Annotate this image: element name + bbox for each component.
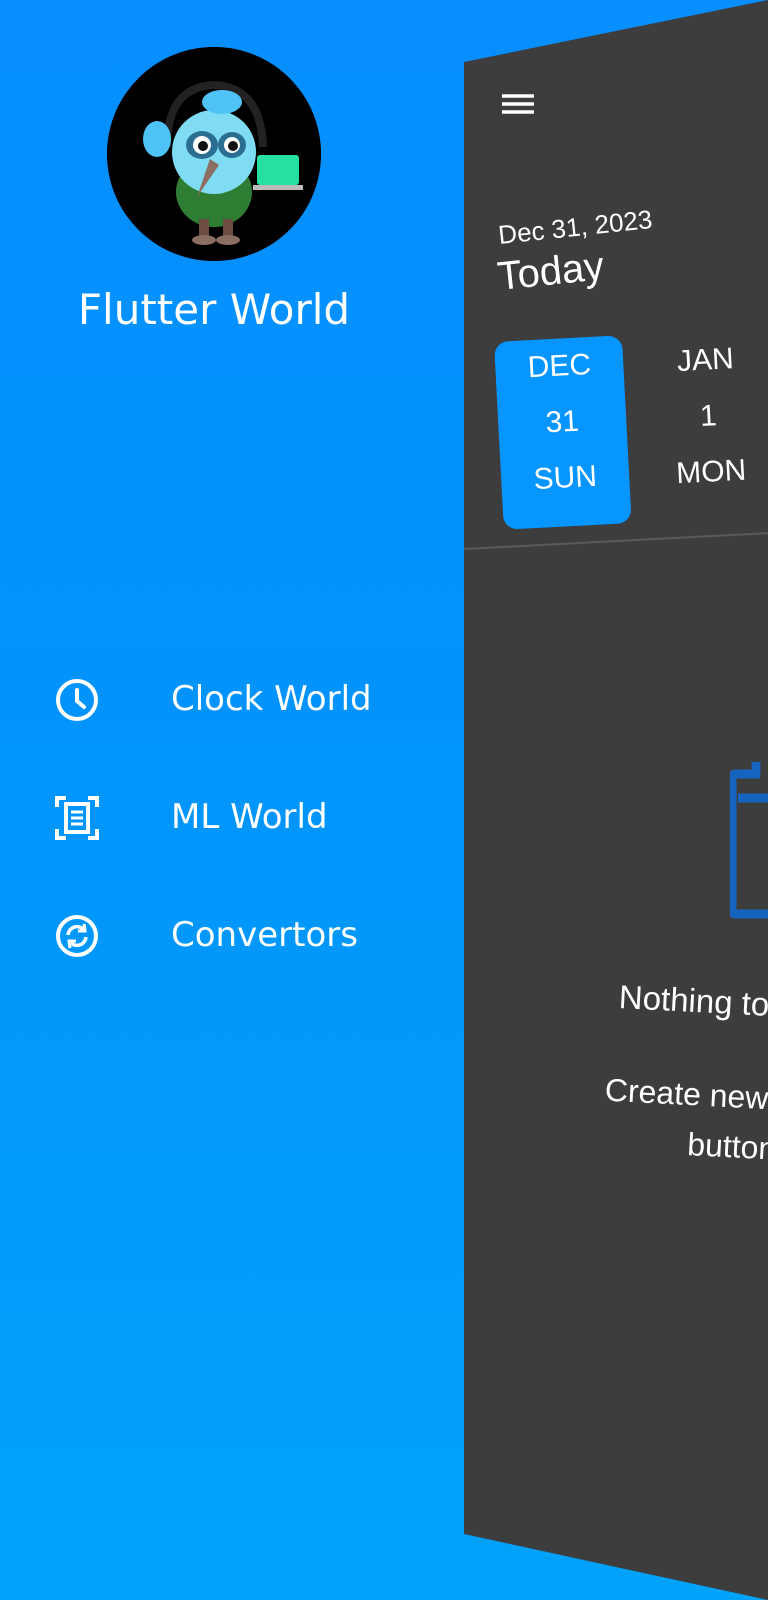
clock-icon <box>56 679 98 721</box>
nav-item-label: Clock World <box>171 679 372 719</box>
day-month: DEC <box>526 347 592 385</box>
bird-mascot-icon <box>107 47 321 261</box>
day-card-selected[interactable]: DEC 31 SUN <box>494 335 632 530</box>
avatar[interactable] <box>107 47 321 261</box>
day-number: 31 <box>544 404 580 440</box>
clipboard-icon <box>730 762 768 919</box>
document-scan-icon <box>55 796 99 840</box>
menu-icon[interactable] <box>500 92 536 122</box>
day-month: JAN <box>676 342 735 379</box>
app-name: Flutter World <box>77 285 351 334</box>
header-divider <box>464 532 768 550</box>
nav-item-ml-world[interactable]: ML World <box>0 775 430 855</box>
nav-item-label: ML World <box>171 797 328 837</box>
day-weekday: SUN <box>532 459 598 497</box>
nav-item-convertors[interactable]: Convertors <box>0 893 430 973</box>
nav-item-label: Convertors <box>171 915 358 955</box>
day-weekday: MON <box>675 453 748 491</box>
sync-icon <box>56 915 98 957</box>
nav-item-clock-world[interactable]: Clock World <box>0 657 430 737</box>
day-number: 1 <box>699 399 718 433</box>
day-card[interactable]: JAN 1 MON <box>640 329 768 523</box>
navigation-drawer: Flutter World Clock World ML World Conve… <box>0 0 460 1600</box>
empty-state-title: Nothing to <box>618 978 768 1023</box>
empty-state-subtitle: Create new ta button <box>551 1062 768 1178</box>
